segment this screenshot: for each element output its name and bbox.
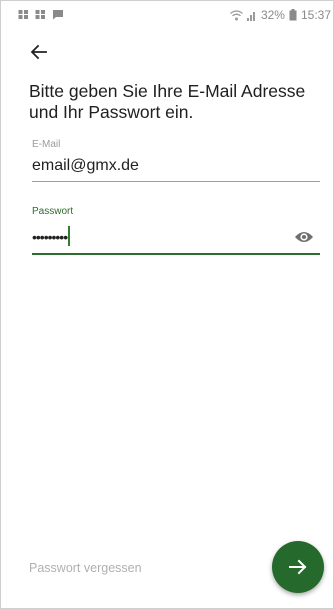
show-password-toggle[interactable]	[294, 230, 314, 244]
text-cursor	[68, 226, 71, 247]
email-input[interactable]: email@gmx.de	[32, 157, 320, 179]
email-underline	[32, 181, 320, 182]
message-icon	[52, 9, 64, 20]
eye-icon	[295, 232, 313, 242]
password-label: Passwort	[32, 206, 74, 217]
status-bar: 32% 15:37	[1, 1, 333, 29]
battery-percent: 32%	[260, 8, 285, 22]
battery-icon	[289, 9, 297, 21]
password-row: •••••••••	[32, 226, 320, 250]
arrow-left-icon	[30, 44, 47, 60]
login-screen: 32% 15:37 Bitte geben Sie Ihre E-Mail Ad…	[0, 0, 334, 609]
status-system: 32% 15:37	[230, 8, 331, 22]
email-field[interactable]: E-Mail email@gmx.de	[32, 139, 320, 182]
submit-button[interactable]	[272, 541, 324, 593]
password-underline	[32, 253, 320, 255]
app-icon	[18, 9, 29, 20]
wifi-icon	[230, 9, 243, 21]
signal-icon	[246, 10, 257, 21]
arrow-right-icon	[289, 559, 307, 575]
password-input[interactable]: •••••••••	[32, 229, 68, 245]
email-label: E-Mail	[32, 139, 61, 150]
back-button[interactable]	[28, 41, 50, 63]
forgot-password-link[interactable]: Passwort vergessen	[29, 561, 142, 575]
status-time: 15:37	[300, 8, 331, 22]
page-heading: Bitte geben Sie Ihre E-Mail Adresse und …	[29, 81, 306, 122]
app-icon	[35, 9, 46, 20]
password-field[interactable]: Passwort •••••••••	[32, 206, 320, 255]
status-notifications	[18, 9, 64, 20]
